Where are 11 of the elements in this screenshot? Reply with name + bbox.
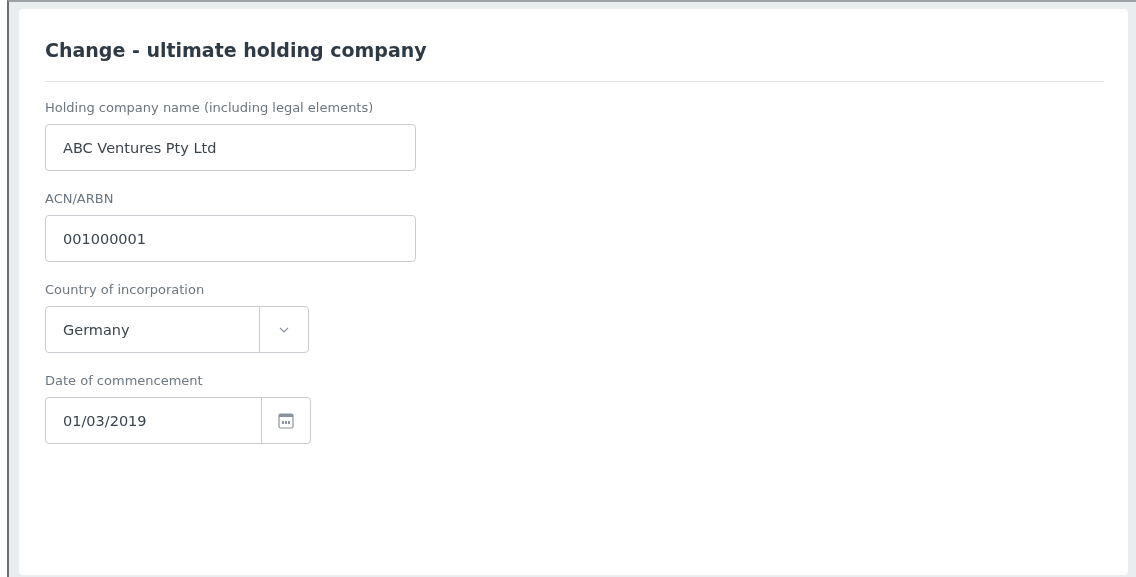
date-field[interactable]: 01/03/2019 bbox=[45, 397, 311, 444]
text-field[interactable]: 001000001 bbox=[45, 215, 416, 262]
form-title: Change - ultimate holding company bbox=[45, 39, 1104, 82]
field-label: ACN/ARBN bbox=[45, 191, 115, 206]
dropdown[interactable]: Germany bbox=[45, 306, 309, 353]
field-label: Holding company name (including legal elements) bbox=[45, 100, 375, 115]
calendar-icon bbox=[278, 412, 294, 429]
field-label: Country of incorporation bbox=[45, 282, 206, 297]
text-field[interactable]: ABC Ventures Pty Ltd bbox=[45, 124, 416, 171]
chevron-down-icon bbox=[279, 326, 289, 333]
field-label: Date of commencement bbox=[45, 373, 204, 388]
